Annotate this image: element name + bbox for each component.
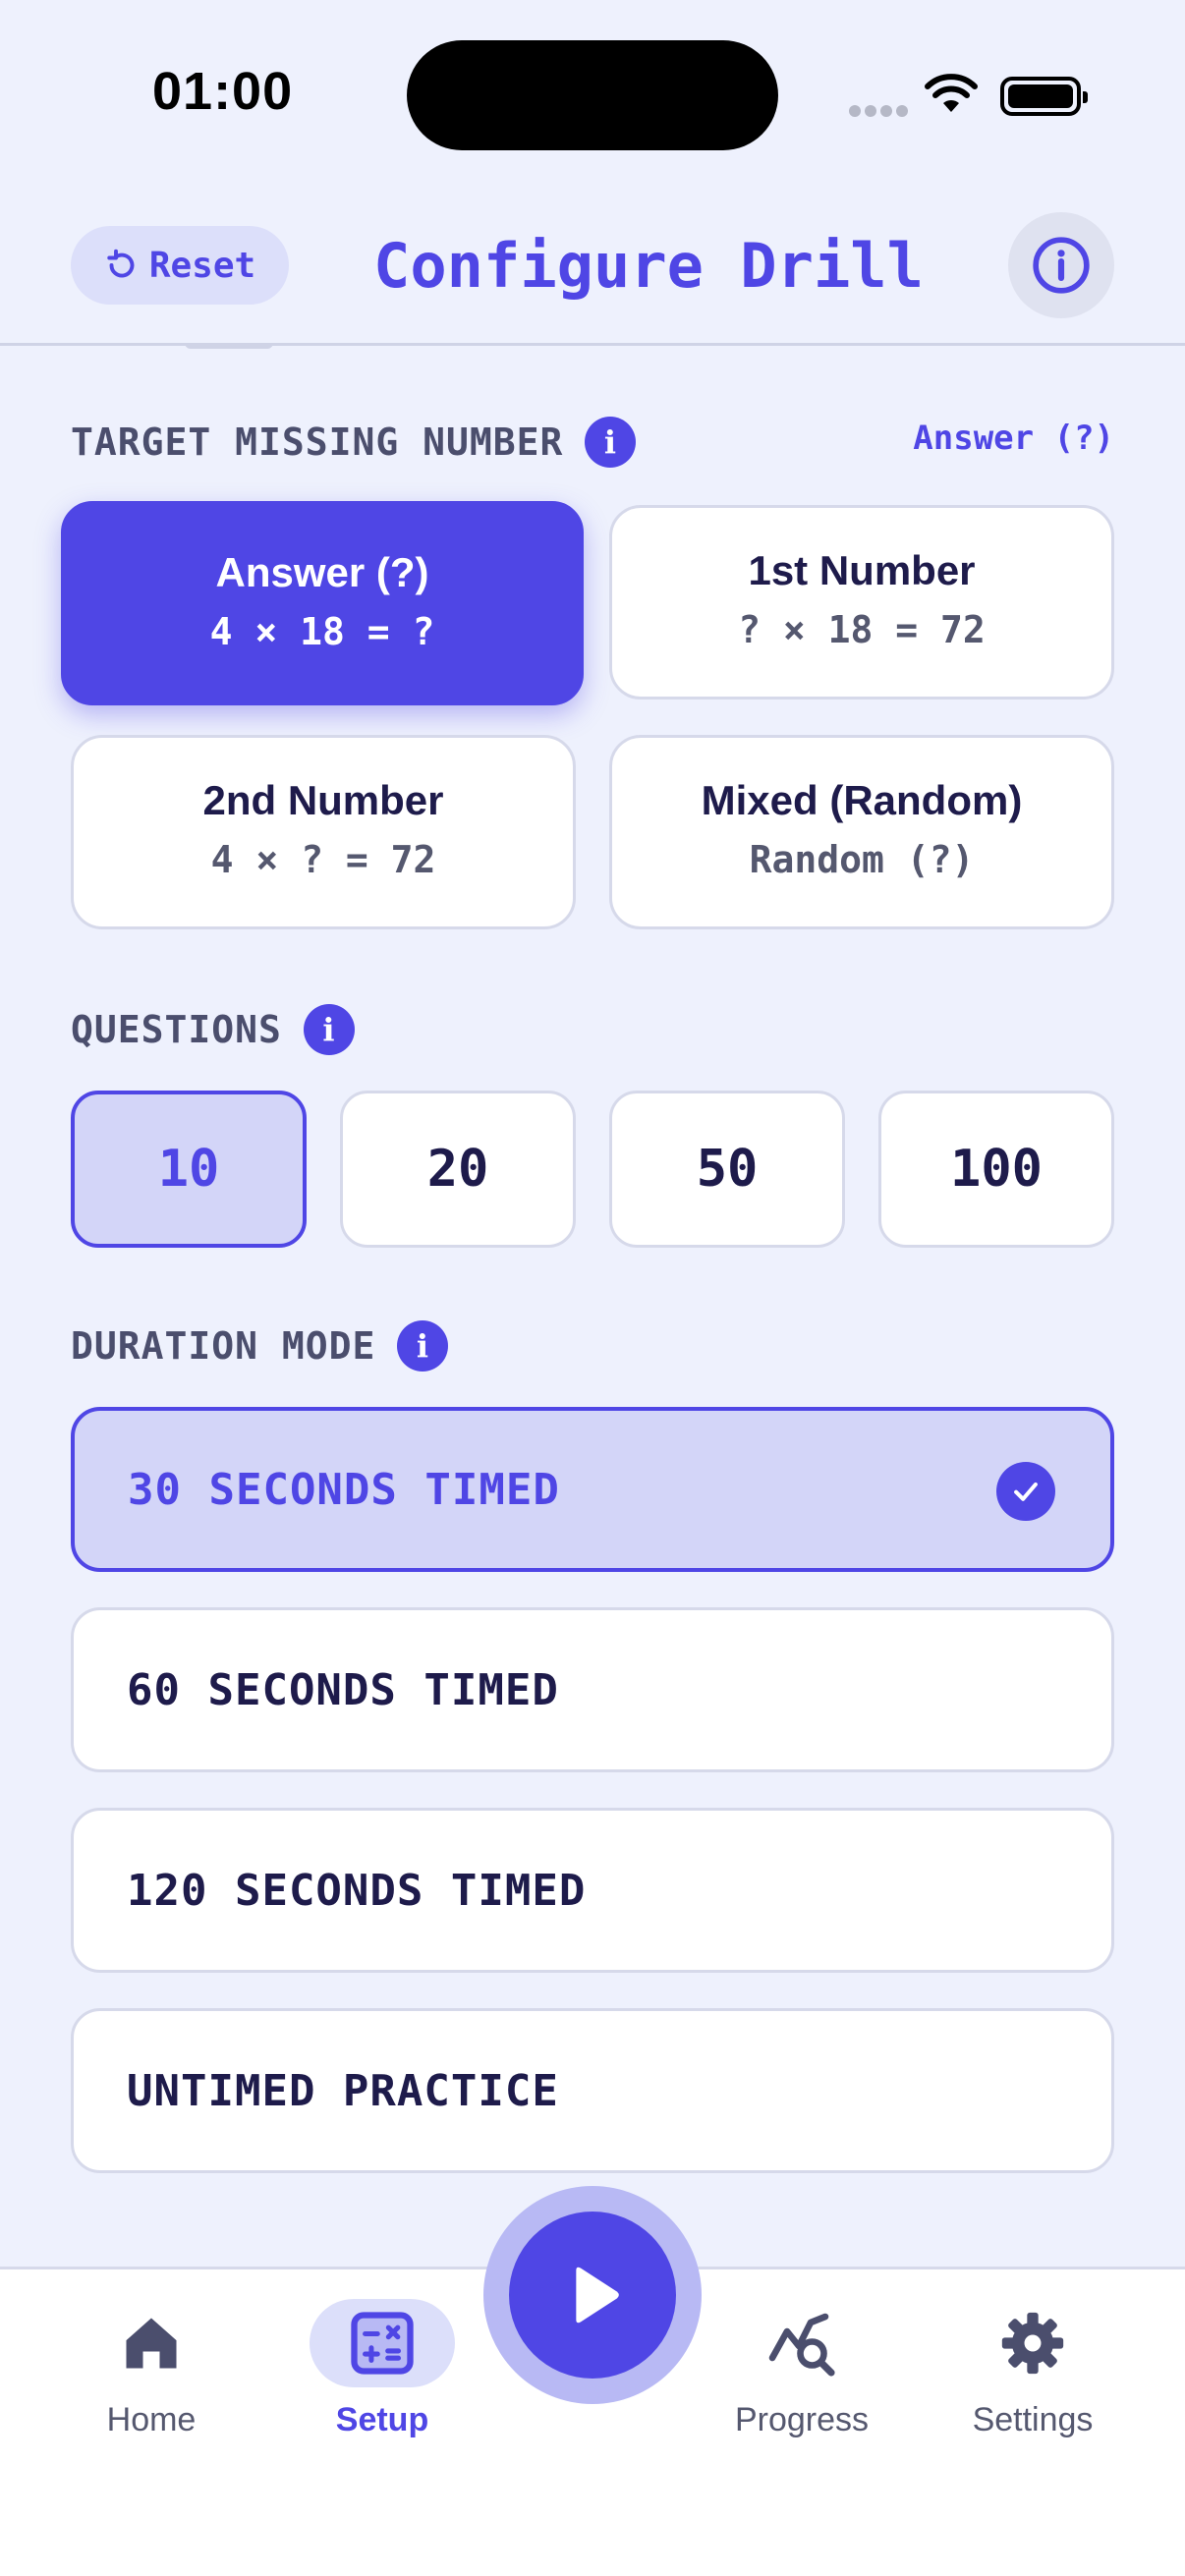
nav-home-label: Home [106, 2401, 197, 2438]
status-bar: 01:00 [0, 0, 1185, 187]
questions-option-10[interactable]: 10 [71, 1091, 307, 1248]
target-option-example: 4 × ? = 72 [210, 838, 436, 881]
battery-icon [1000, 77, 1088, 116]
calculator-icon [310, 2299, 455, 2387]
nav-setup-label: Setup [335, 2401, 429, 2438]
cellular-signal-icon [849, 104, 912, 122]
target-option-label: Answer (?) [215, 549, 429, 595]
duration-option-label: UNTIMED PRACTICE [127, 2065, 559, 2116]
info-button[interactable] [1008, 212, 1114, 318]
status-time: 01:00 [152, 62, 294, 121]
play-button-ring [483, 2186, 702, 2404]
duration-option-untimed[interactable]: UNTIMED PRACTICE [71, 2008, 1114, 2173]
dynamic-island [407, 40, 778, 150]
target-option-second-number[interactable]: 2nd Number 4 × ? = 72 [71, 735, 576, 929]
reset-icon [107, 249, 135, 278]
target-current-value: Answer (?) [913, 419, 1114, 458]
target-option-label: 1st Number [748, 547, 976, 593]
target-option-example: 4 × 18 = ? [209, 610, 435, 653]
target-section-label: TARGET MISSING NUMBER i [71, 417, 637, 468]
duration-option-60s[interactable]: 60 SECONDS TIMED [71, 1607, 1114, 1772]
page-title: Configure Drill [373, 230, 924, 302]
gear-icon [934, 2299, 1131, 2387]
header: Reset Configure Drill [0, 187, 1185, 346]
target-option-example: ? × 18 = 72 [738, 608, 986, 651]
questions-option-50[interactable]: 50 [609, 1091, 845, 1248]
nav-settings[interactable]: Settings [934, 2299, 1131, 2439]
target-option-label: 2nd Number [202, 777, 444, 823]
target-option-first-number[interactable]: 1st Number ? × 18 = 72 [609, 505, 1114, 700]
duration-option-30s[interactable]: 30 SECONDS TIMED [71, 1407, 1114, 1572]
target-info-icon[interactable]: i [585, 417, 637, 468]
target-option-label: Mixed (Random) [701, 777, 1023, 823]
target-label: TARGET MISSING NUMBER [71, 420, 564, 464]
play-icon [576, 2267, 619, 2324]
nav-home[interactable]: Home [53, 2299, 250, 2439]
questions-section-label: QUESTIONS i [71, 1004, 355, 1055]
home-icon [53, 2299, 250, 2387]
questions-label: QUESTIONS [71, 1008, 282, 1051]
duration-info-icon[interactable]: i [397, 1320, 449, 1372]
nav-setup[interactable]: Setup [284, 2299, 480, 2439]
info-icon [1033, 237, 1090, 294]
duration-option-120s[interactable]: 120 SECONDS TIMED [71, 1808, 1114, 1973]
target-option-example: Random (?) [749, 838, 975, 881]
nav-settings-label: Settings [972, 2401, 1094, 2438]
target-option-answer[interactable]: Answer (?) 4 × 18 = ? [61, 501, 584, 705]
target-option-mixed[interactable]: Mixed (Random) Random (?) [609, 735, 1114, 929]
duration-option-label: 120 SECONDS TIMED [127, 1865, 587, 1916]
chart-search-icon [704, 2299, 900, 2387]
reset-label: Reset [148, 245, 256, 286]
duration-label: DURATION MODE [71, 1324, 376, 1368]
reset-button[interactable]: Reset [71, 226, 289, 305]
wifi-icon [925, 74, 978, 112]
questions-option-100[interactable]: 100 [878, 1091, 1114, 1248]
duration-section-label: DURATION MODE i [71, 1320, 449, 1372]
nav-progress-label: Progress [734, 2401, 870, 2438]
checkmark-icon [996, 1462, 1055, 1521]
questions-option-20[interactable]: 20 [340, 1091, 576, 1248]
play-button[interactable] [509, 2212, 676, 2379]
nav-progress[interactable]: Progress [704, 2299, 900, 2439]
duration-option-label: 60 SECONDS TIMED [127, 1664, 559, 1715]
scroll-edge [185, 343, 273, 349]
duration-option-label: 30 SECONDS TIMED [128, 1464, 560, 1515]
questions-info-icon[interactable]: i [303, 1004, 355, 1055]
